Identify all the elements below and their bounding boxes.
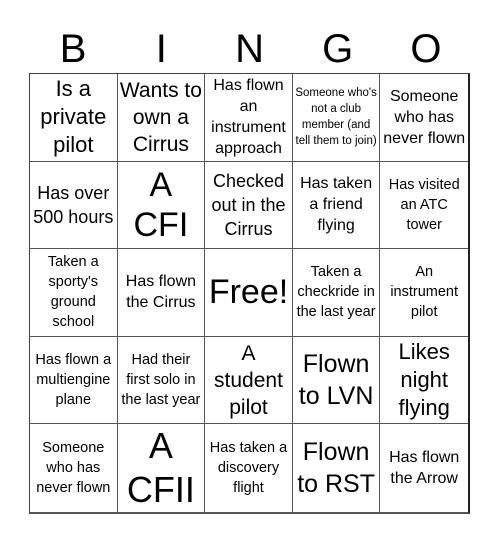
bingo-cell[interactable]: Had their first solo in the last year xyxy=(117,336,206,425)
bingo-cell[interactable]: Has over 500 hours xyxy=(30,161,118,250)
bingo-cell[interactable]: Likes night flying xyxy=(380,337,468,425)
header-letter-g: G xyxy=(322,27,354,71)
bingo-header: B I N G O xyxy=(29,26,470,72)
bingo-cell[interactable]: Has flown a multiengine plane xyxy=(30,336,118,425)
bingo-cell[interactable]: Has flown the Arrow xyxy=(380,424,468,512)
bingo-cell[interactable]: An instrument pilot xyxy=(380,249,468,337)
bingo-cell[interactable]: Taken a checkride in the last year xyxy=(292,249,381,337)
bingo-cell[interactable]: A student pilot xyxy=(205,336,293,425)
bingo-cell[interactable]: A CFI xyxy=(117,161,206,250)
bingo-cell[interactable]: Someone who has never flown xyxy=(30,424,118,512)
header-letter-n: N xyxy=(235,27,264,71)
bingo-cell[interactable]: Flown to RST xyxy=(293,424,381,512)
header-letter-o: O xyxy=(410,27,442,71)
bingo-cell[interactable]: Checked out in the Cirrus xyxy=(205,161,293,250)
header-letter-i: I xyxy=(155,27,167,71)
bingo-cell[interactable]: Has taken a discovery flight xyxy=(205,424,293,512)
bingo-cell[interactable]: Someone who has never flown xyxy=(380,74,468,162)
bingo-cell[interactable]: Taken a sporty's ground school xyxy=(30,249,118,337)
bingo-cell[interactable]: Is a private pilot xyxy=(30,74,118,162)
bingo-cell[interactable]: A CFII xyxy=(118,424,206,512)
bingo-cell[interactable]: Has taken a friend flying xyxy=(292,161,381,250)
bingo-cell[interactable]: Wants to own a Cirrus xyxy=(117,74,206,162)
bingo-grid: Is a private pilot Wants to own a Cirrus… xyxy=(29,73,470,514)
bingo-cell[interactable]: Has visited an ATC tower xyxy=(380,162,468,250)
bingo-cell[interactable]: Flown to LVN xyxy=(292,336,381,425)
free-space[interactable]: Free! xyxy=(205,249,293,337)
header-letter-b: B xyxy=(59,27,87,71)
bingo-cell[interactable]: Has flown an instrument approach xyxy=(205,74,293,162)
bingo-cell[interactable]: Has flown the Cirrus xyxy=(117,249,206,337)
bingo-cell[interactable]: Someone who's not a club member (and tel… xyxy=(292,74,381,162)
